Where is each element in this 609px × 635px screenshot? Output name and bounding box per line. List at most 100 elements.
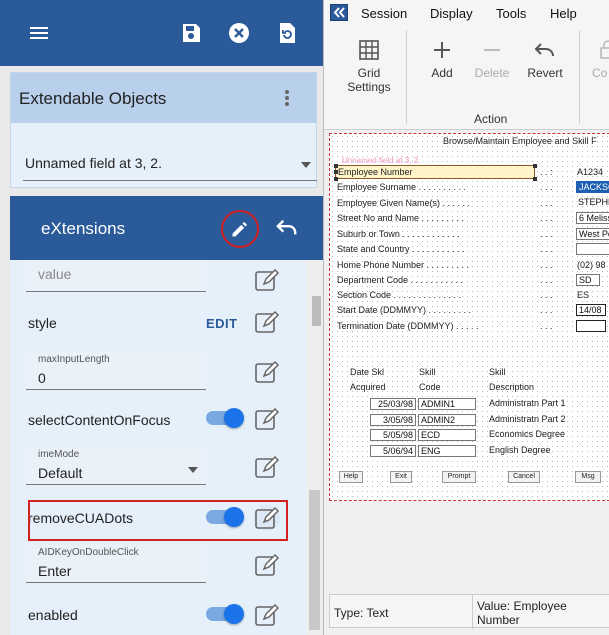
menu-tools[interactable]: Tools — [496, 6, 526, 21]
panel-scroll-thumb[interactable] — [312, 296, 321, 326]
style-edit-link[interactable]: EDIT — [206, 316, 238, 331]
aidkeyondoubleclick-field[interactable]: AIDKeyOnDoubleClick Enter — [26, 545, 206, 583]
screen-row-dots: . . : — [540, 167, 553, 177]
grid-cell-code[interactable]: ADMIN1 — [418, 398, 476, 410]
status-divider — [472, 595, 473, 629]
ribbon-divider — [579, 30, 580, 124]
property-row-imemode: imeMode Default — [10, 445, 306, 493]
screen-row-label: Home Phone Number . . . . . . . . . — [337, 260, 470, 270]
value-field[interactable]: value — [26, 260, 206, 292]
grid-cell-date[interactable]: 3/05/98 — [370, 414, 416, 426]
value-field-text: value — [38, 266, 72, 282]
prompt-function-key[interactable]: Prompt — [442, 471, 476, 483]
ribbon-divider — [406, 30, 407, 124]
grid-cell-code[interactable]: ECD — [418, 429, 476, 441]
edit-property-button[interactable] — [254, 359, 280, 385]
menu-session[interactable]: Session — [361, 6, 407, 21]
given-name-field[interactable]: STEPHE — [576, 197, 609, 209]
screen-row-dots: . . . — [540, 275, 553, 285]
grid-header-date-line1: Date Skl — [350, 367, 385, 377]
screen-design-canvas[interactable]: Browse/Maintain Employee and Skill F Unn… — [329, 133, 609, 501]
save-icon[interactable] — [179, 21, 203, 45]
grid-header-code-line1: Skill — [419, 367, 436, 377]
property-label: enabled — [28, 607, 78, 623]
screen-row-dots: . . . — [540, 244, 553, 254]
add-label: Add — [431, 66, 453, 80]
hamburger-menu-icon[interactable] — [27, 21, 51, 45]
status-bar: Type: Text Value: Employee Number — [329, 594, 609, 629]
menu-bar: Session Display Tools Help — [324, 0, 609, 26]
suburb-field[interactable]: West Pe — [576, 228, 609, 240]
state-country-field[interactable] — [576, 243, 609, 255]
imemode-select[interactable]: imeMode Default — [26, 447, 206, 485]
edit-extensions-button[interactable] — [221, 210, 259, 248]
action-group-label: Action — [474, 112, 508, 126]
edit-pencil-icon — [255, 310, 280, 333]
screen-row-label: Suburb or Town . . . . . . . . . . . . — [337, 229, 460, 239]
screen-heading: Browse/Maintain Employee and Skill F — [443, 136, 597, 146]
collapse-panel-button[interactable] — [330, 4, 348, 21]
termination-date-field[interactable] — [576, 320, 606, 332]
maxinputlength-field[interactable]: maxInputLength 0 — [26, 352, 206, 390]
edit-pencil-icon — [255, 407, 280, 430]
grid-settings-button[interactable]: Grid Settings — [344, 38, 394, 94]
revert-button[interactable]: Revert — [522, 38, 568, 80]
field-value: 0 — [38, 370, 46, 386]
screen-row-dots: . . . — [540, 213, 553, 223]
undo-icon — [534, 43, 554, 57]
delete-button[interactable]: Delete — [470, 38, 514, 80]
grid-cell-desc: Administratn Part 2 — [489, 414, 566, 424]
menu-display[interactable]: Display — [430, 6, 473, 21]
extendable-object-select[interactable]: Unnamed field at 3, 2. — [23, 153, 317, 181]
screen-row-label: Employee Surname . . . . . . . . . . — [337, 182, 467, 192]
resize-handle[interactable] — [334, 177, 338, 181]
help-function-key[interactable]: Help — [339, 471, 363, 483]
edit-property-button[interactable] — [254, 454, 280, 480]
screen-row-label: Employee Given Name(s) . . . . . . — [337, 198, 471, 208]
menu-help[interactable]: Help — [550, 6, 577, 21]
grid-cell-code[interactable]: ENG — [418, 445, 476, 457]
exit-function-key[interactable]: Exit — [390, 471, 412, 483]
edit-property-button[interactable] — [254, 267, 280, 293]
grid-cell-date[interactable]: 25/03/98 — [370, 398, 416, 410]
enabled-toggle[interactable] — [206, 604, 244, 624]
edit-property-button[interactable] — [254, 602, 280, 628]
pencil-icon — [232, 221, 248, 237]
msg-function-key[interactable]: Msg — [575, 471, 601, 483]
edit-property-button[interactable] — [254, 309, 280, 335]
resize-handle[interactable] — [533, 177, 537, 181]
edit-pencil-icon — [255, 553, 280, 576]
edit-property-button[interactable] — [254, 552, 280, 578]
ribbon-toolbar: Grid Settings Add Delete Revert Co Actio… — [324, 26, 609, 130]
start-date-field[interactable]: 14/08 — [576, 304, 606, 316]
resize-handle[interactable] — [533, 164, 537, 168]
edit-property-button[interactable] — [254, 406, 280, 432]
close-icon[interactable] — [227, 21, 251, 45]
add-button[interactable]: Add — [424, 38, 460, 80]
grid-cell-date[interactable]: 5/06/94 — [370, 445, 416, 457]
cancel-function-key[interactable]: Cancel — [508, 471, 540, 483]
chevron-down-icon — [301, 162, 311, 168]
properties-list: value style EDIT maxInputLength 0 select… — [10, 260, 306, 635]
extendable-objects-header: Extendable Objects — [11, 73, 316, 123]
selectcontentonfocus-toggle[interactable] — [206, 408, 244, 428]
resize-handle[interactable] — [334, 170, 338, 174]
more-vert-icon[interactable] — [284, 89, 290, 107]
scrollbar-thumb[interactable] — [309, 490, 320, 630]
employee-number-field-selected[interactable]: Employee Number — [335, 165, 535, 179]
refresh-document-icon[interactable] — [275, 21, 299, 45]
undo-icon[interactable] — [276, 218, 298, 238]
top-toolbar — [0, 0, 323, 66]
field-label: maxInputLength — [38, 354, 110, 365]
screen-row-dots: . . . — [540, 260, 553, 270]
street-field[interactable]: 6 Meliss — [576, 212, 609, 224]
section-code-value: ES — [577, 290, 590, 300]
co-button[interactable]: Co — [592, 38, 609, 80]
field-value: Default — [38, 465, 83, 481]
chevron-down-icon — [188, 467, 198, 473]
department-code-field[interactable]: SD — [576, 274, 600, 286]
grid-cell-code[interactable]: ADMIN2 — [418, 414, 476, 426]
resize-handle[interactable] — [334, 164, 338, 168]
surname-field[interactable]: JACKSO — [576, 181, 609, 193]
grid-cell-date[interactable]: 5/05/98 — [370, 429, 416, 441]
